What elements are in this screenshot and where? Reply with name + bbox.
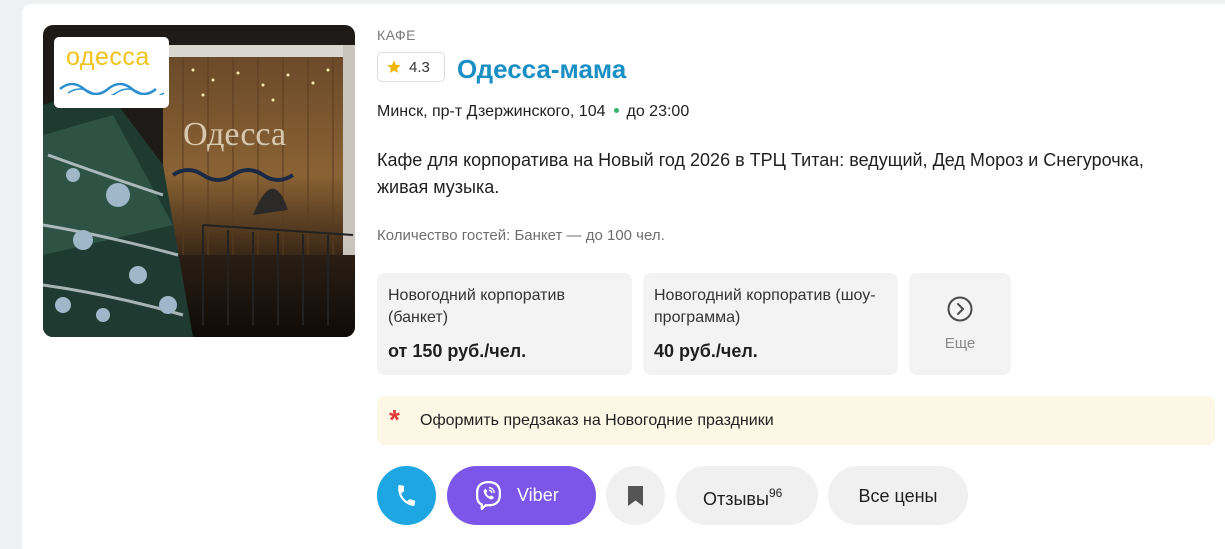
star-icon bbox=[387, 60, 401, 73]
offer-card-show[interactable]: Новогодний корпоратив (шоу-программа) 40… bbox=[643, 273, 898, 375]
all-prices-label: Все цены bbox=[858, 486, 938, 506]
chevron-right-circle-icon bbox=[947, 296, 973, 322]
asterisk-icon: * bbox=[389, 404, 400, 435]
open-status-dot bbox=[613, 107, 619, 113]
logo-waves-icon bbox=[59, 82, 165, 95]
venue-card: Одесса одесса КАФЕ 4.3 Одесса-мама Минск… bbox=[22, 4, 1225, 549]
rating-value: 4.3 bbox=[409, 59, 430, 76]
svg-text:Одесса: Одесса bbox=[183, 116, 286, 153]
reviews-button[interactable]: Отзывы96 bbox=[676, 466, 818, 525]
all-prices-button[interactable]: Все цены bbox=[828, 466, 968, 525]
venue-description: Кафе для корпоратива на Новый год 2026 в… bbox=[377, 150, 1144, 197]
venue-logo: одесса bbox=[54, 37, 169, 108]
phone-icon bbox=[398, 485, 416, 506]
more-offers-button[interactable]: Еще bbox=[909, 273, 1011, 375]
reviews-label-wrap: Отзывы96 bbox=[703, 486, 782, 510]
offer-name: Новогодний корпоратив (шоу-программа) bbox=[654, 287, 876, 326]
offer-name: Новогодний корпоратив (банкет) bbox=[388, 287, 565, 326]
venue-address-line: Минск, пр-т Дзержинского, 104 до 23:00 bbox=[377, 103, 689, 121]
promo-text: Оформить предзаказ на Новогодние праздни… bbox=[420, 412, 774, 429]
reviews-count: 96 bbox=[768, 486, 783, 500]
offer-price: от 150 руб./чел. bbox=[388, 341, 527, 361]
venue-hours: до 23:00 bbox=[626, 103, 690, 120]
logo-text: одесса bbox=[66, 43, 150, 71]
phone-button[interactable] bbox=[377, 466, 436, 525]
bookmark-button[interactable] bbox=[606, 466, 665, 525]
venue-title[interactable]: Одесса-мама bbox=[457, 54, 626, 85]
viber-icon bbox=[476, 480, 501, 511]
viber-button[interactable]: Viber bbox=[447, 466, 596, 525]
more-offers-label: Еще bbox=[944, 335, 976, 352]
bookmark-icon bbox=[628, 486, 643, 506]
venue-address: Минск, пр-т Дзержинского, 104 bbox=[377, 103, 606, 120]
viber-label: Viber bbox=[517, 485, 559, 505]
offer-price: 40 руб./чел. bbox=[654, 341, 758, 361]
reviews-label: Отзывы bbox=[703, 489, 769, 509]
rating-badge[interactable]: 4.3 bbox=[377, 52, 445, 82]
offer-card-banquet[interactable]: Новогодний корпоратив (банкет) от 150 ру… bbox=[377, 273, 632, 375]
guest-capacity: Количество гостей: Банкет — до 100 чел. bbox=[377, 227, 665, 244]
preorder-promo[interactable]: * Оформить предзаказ на Новогодние празд… bbox=[377, 396, 1215, 445]
venue-photo[interactable]: Одесса одесса bbox=[43, 25, 355, 337]
venue-category: КАФЕ bbox=[377, 27, 417, 43]
